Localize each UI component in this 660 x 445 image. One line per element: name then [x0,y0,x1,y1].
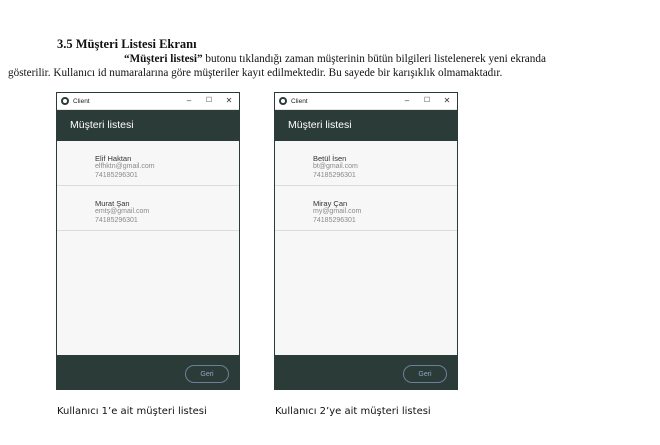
minimize-icon[interactable]: – [397,93,417,109]
paragraph-line-1-rest: butonu tıklandığı zaman müşterinin bütün… [202,53,546,65]
minimize-icon[interactable]: – [179,93,199,109]
customer-list: Betül İsen bt@gmail.com 74185296301 Mira… [275,141,457,355]
customer-phone: 74185296301 [313,171,356,179]
figure-caption-1: Kullanıcı 1’e ait müşteri listesi [57,406,207,417]
customer-name: Betül İsen [313,154,347,163]
maximize-icon[interactable]: ☐ [199,93,219,109]
window-titlebar: Client – ☐ ✕ [275,93,457,110]
window-title: Client [73,97,90,105]
customer-name: Murat Şan [95,199,130,208]
section-paragraph: “Müşteri listesi” butonu tıklandığı zama… [8,52,656,80]
customer-email: my@gmail.com [313,208,362,215]
app-bar: Müşteri listesi [57,110,239,141]
customer-name: Elif Haktan [95,154,132,163]
app-title: Müşteri listesi [70,119,134,131]
close-icon[interactable]: ✕ [437,93,457,109]
paragraph-line-2: gösterilir. Kullanıcı id numaralarına gö… [8,67,503,79]
app-title: Müşteri listesi [288,119,352,131]
list-item[interactable]: Elif Haktan elfhktn@gmail.com 7418529630… [57,141,239,186]
customer-phone: 74185296301 [95,216,138,224]
client-window-2: Client – ☐ ✕ Müşteri listesi Betül İsen … [275,93,457,389]
maximize-icon[interactable]: ☐ [417,93,437,109]
close-icon[interactable]: ✕ [219,93,239,109]
customer-email: emtş@gmail.com [95,208,150,215]
list-item[interactable]: Murat Şan emtş@gmail.com 74185296301 [57,186,239,231]
app-icon [279,97,287,105]
figure-caption-2: Kullanıcı 2’ye ait müşteri listesi [275,406,431,417]
paragraph-line-1: “Müşteri listesi” butonu tıklandığı zama… [8,52,656,66]
customer-name: Miray Çan [313,199,348,208]
list-item[interactable]: Betül İsen bt@gmail.com 74185296301 [275,141,457,186]
customer-email: elfhktn@gmail.com [95,163,155,170]
customer-phone: 74185296301 [95,171,138,179]
bottom-bar: Geri [57,355,239,389]
back-button[interactable]: Geri [185,365,229,383]
window-title: Client [291,97,308,105]
customer-email: bt@gmail.com [313,163,358,170]
app-icon [61,97,69,105]
window-titlebar: Client – ☐ ✕ [57,93,239,110]
back-button[interactable]: Geri [403,365,447,383]
app-bar: Müşteri listesi [275,110,457,141]
bottom-bar: Geri [275,355,457,389]
list-item[interactable]: Miray Çan my@gmail.com 74185296301 [275,186,457,231]
section-heading: 3.5 Müşteri Listesi Ekranı [57,37,197,51]
customer-list: Elif Haktan elfhktn@gmail.com 7418529630… [57,141,239,355]
button-name-bold: “Müşteri listesi” [124,53,203,65]
client-window-1: Client – ☐ ✕ Müşteri listesi Elif Haktan… [57,93,239,389]
customer-phone: 74185296301 [313,216,356,224]
